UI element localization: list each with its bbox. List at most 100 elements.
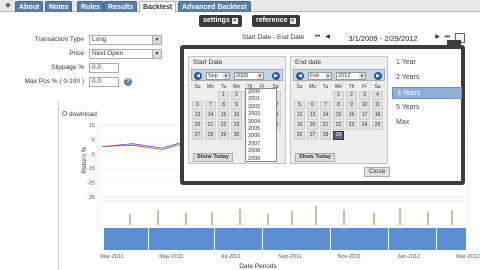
calendar-day[interactable]: 4 [372, 91, 383, 100]
weekday-label: Mo [309, 84, 316, 90]
preset-1-year[interactable]: 1 Year [392, 57, 462, 69]
calendar-day[interactable]: 11 [372, 101, 383, 110]
preset-2-years[interactable]: 2 Years [392, 72, 462, 84]
calendar-day[interactable]: 8 [218, 101, 229, 110]
band-gap [214, 228, 215, 250]
calendar-day[interactable]: 15 [333, 111, 344, 120]
calendar-empty-cell [320, 91, 331, 100]
calendar-day[interactable]: 7 [205, 101, 216, 110]
year-option[interactable]: 2006 [246, 133, 276, 140]
calendar-day[interactable]: 2 [231, 91, 242, 100]
chevron-down-icon: ▼ [257, 73, 263, 79]
end-date-title: End date [295, 59, 322, 66]
calendar-day[interactable]: 22 [333, 121, 344, 130]
calendar-day[interactable]: 10 [359, 101, 370, 110]
calendar-day[interactable]: 13 [192, 111, 203, 120]
year-option[interactable]: 2009 [246, 156, 276, 161]
calendar-day[interactable]: 14 [205, 111, 216, 120]
end-calendar-header: ◀ Feb ▼ 2012 ▼ ▶ [293, 69, 385, 81]
year-option[interactable]: 2000 [246, 89, 276, 96]
weekday-label: Mo [207, 84, 214, 90]
y-tick-label: -15 [87, 166, 95, 172]
year-option[interactable]: 2008 [246, 148, 276, 155]
start-calendar: Start Date ◀ Sep ▼ 2009 ▼ ▶ Su Mo Tu We Th Fr Sa… [188, 56, 286, 164]
weekday-label: Su [194, 84, 201, 90]
x-tick-label: Nov-2011 [338, 254, 361, 260]
calendar-day[interactable]: 25 [372, 121, 383, 130]
end-year-select[interactable]: 2012 ▼ [336, 72, 366, 80]
calendar-day[interactable]: 12 [294, 111, 305, 120]
calendar-day[interactable]: 2 [346, 91, 357, 100]
calendar-day[interactable]: 28 [320, 131, 331, 140]
start-date-title: Start Date [193, 59, 223, 66]
weekday-label: We [232, 84, 241, 90]
chevron-down-icon: ▼ [359, 73, 365, 79]
calendar-day[interactable]: 29 [333, 131, 344, 140]
year-option[interactable]: 2001 [246, 96, 276, 103]
calendar-day[interactable]: 6 [192, 101, 203, 110]
calendar-day[interactable]: 23 [231, 121, 242, 130]
calendar-day[interactable]: 14 [320, 111, 331, 120]
next-month-icon[interactable]: ▶ [374, 72, 382, 80]
calendar-day[interactable]: 24 [359, 121, 370, 130]
calendar-day[interactable]: 27 [307, 131, 318, 140]
calendar-empty-cell [192, 91, 203, 100]
year-option[interactable]: 2004 [246, 119, 276, 126]
next-month-icon[interactable]: ▶ [272, 72, 280, 80]
weekday-label: Tu [220, 84, 227, 90]
calendar-day[interactable]: 15 [218, 111, 229, 120]
calendar-day[interactable]: 7 [320, 101, 331, 110]
close-button[interactable]: Close [364, 167, 390, 177]
year-option[interactable]: 2003 [246, 111, 276, 118]
calendar-day[interactable]: 30 [231, 131, 242, 140]
calendar-day[interactable]: 28 [205, 131, 216, 140]
year-option[interactable]: 2005 [246, 126, 276, 133]
y-tick-label: 15 [89, 123, 95, 129]
calendar-day[interactable]: 22 [218, 121, 229, 130]
calendar-day[interactable]: 9 [346, 101, 357, 110]
end-month-select[interactable]: Feb ▼ [308, 72, 332, 80]
x-axis-title: Date Periods [239, 263, 277, 270]
calendar-day[interactable]: 20 [192, 121, 203, 130]
preset-max[interactable]: Max [392, 117, 462, 129]
calendar-day[interactable]: 16 [346, 111, 357, 120]
calendar-day[interactable]: 17 [359, 111, 370, 120]
start-year-select[interactable]: 2009 ▼ [234, 72, 264, 80]
prev-month-icon[interactable]: ◀ [194, 72, 202, 80]
calendar-day[interactable]: 27 [192, 131, 203, 140]
band-gap [388, 228, 389, 250]
preset-5-years[interactable]: 5 Years [392, 102, 462, 114]
y-tick-label: -25 [87, 181, 95, 187]
calendar-day[interactable]: 1 [218, 91, 229, 100]
daterange-popup: Start Date ◀ Sep ▼ 2009 ▼ ▶ Su Mo Tu We Th Fr Sa… [180, 45, 465, 185]
prev-month-icon[interactable]: ◀ [296, 72, 304, 80]
calendar-day[interactable]: 21 [320, 121, 331, 130]
calendar-day[interactable]: 26 [294, 131, 305, 140]
calendar-day[interactable]: 21 [205, 121, 216, 130]
x-tick-label: Mar-2012 [456, 254, 480, 260]
start-year-dropdown[interactable]: 2000 2001 2002 2003 2004 2005 2006 2007 2008 2009… [245, 88, 277, 162]
start-month-select[interactable]: Sep ▼ [206, 72, 230, 80]
calendar-day[interactable]: 1 [333, 91, 344, 100]
calendar-day[interactable]: 8 [333, 101, 344, 110]
y-tick-label: -5 [90, 152, 95, 158]
calendar-day[interactable]: 13 [307, 111, 318, 120]
start-show-today-button[interactable]: Show Today [193, 153, 233, 162]
weekday-label: Fr [362, 84, 367, 90]
calendar-day[interactable]: 29 [218, 131, 229, 140]
preset-3-years[interactable]: 3 Years [392, 87, 462, 99]
calendar-day[interactable]: 18 [372, 111, 383, 120]
x-tick-label: Jan-2012 [397, 254, 420, 260]
calendar-day[interactable]: 9 [231, 101, 242, 110]
calendar-day[interactable]: 16 [231, 111, 242, 120]
calendar-empty-cell [294, 91, 305, 100]
calendar-day[interactable]: 19 [294, 121, 305, 130]
calendar-day[interactable]: 3 [359, 91, 370, 100]
calendar-day[interactable]: 6 [307, 101, 318, 110]
calendar-day[interactable]: 23 [346, 121, 357, 130]
year-option[interactable]: 2007 [246, 141, 276, 148]
calendar-day[interactable]: 5 [294, 101, 305, 110]
end-show-today-button[interactable]: Show Today [295, 153, 335, 162]
calendar-day[interactable]: 20 [307, 121, 318, 130]
year-option[interactable]: 2002 [246, 104, 276, 111]
